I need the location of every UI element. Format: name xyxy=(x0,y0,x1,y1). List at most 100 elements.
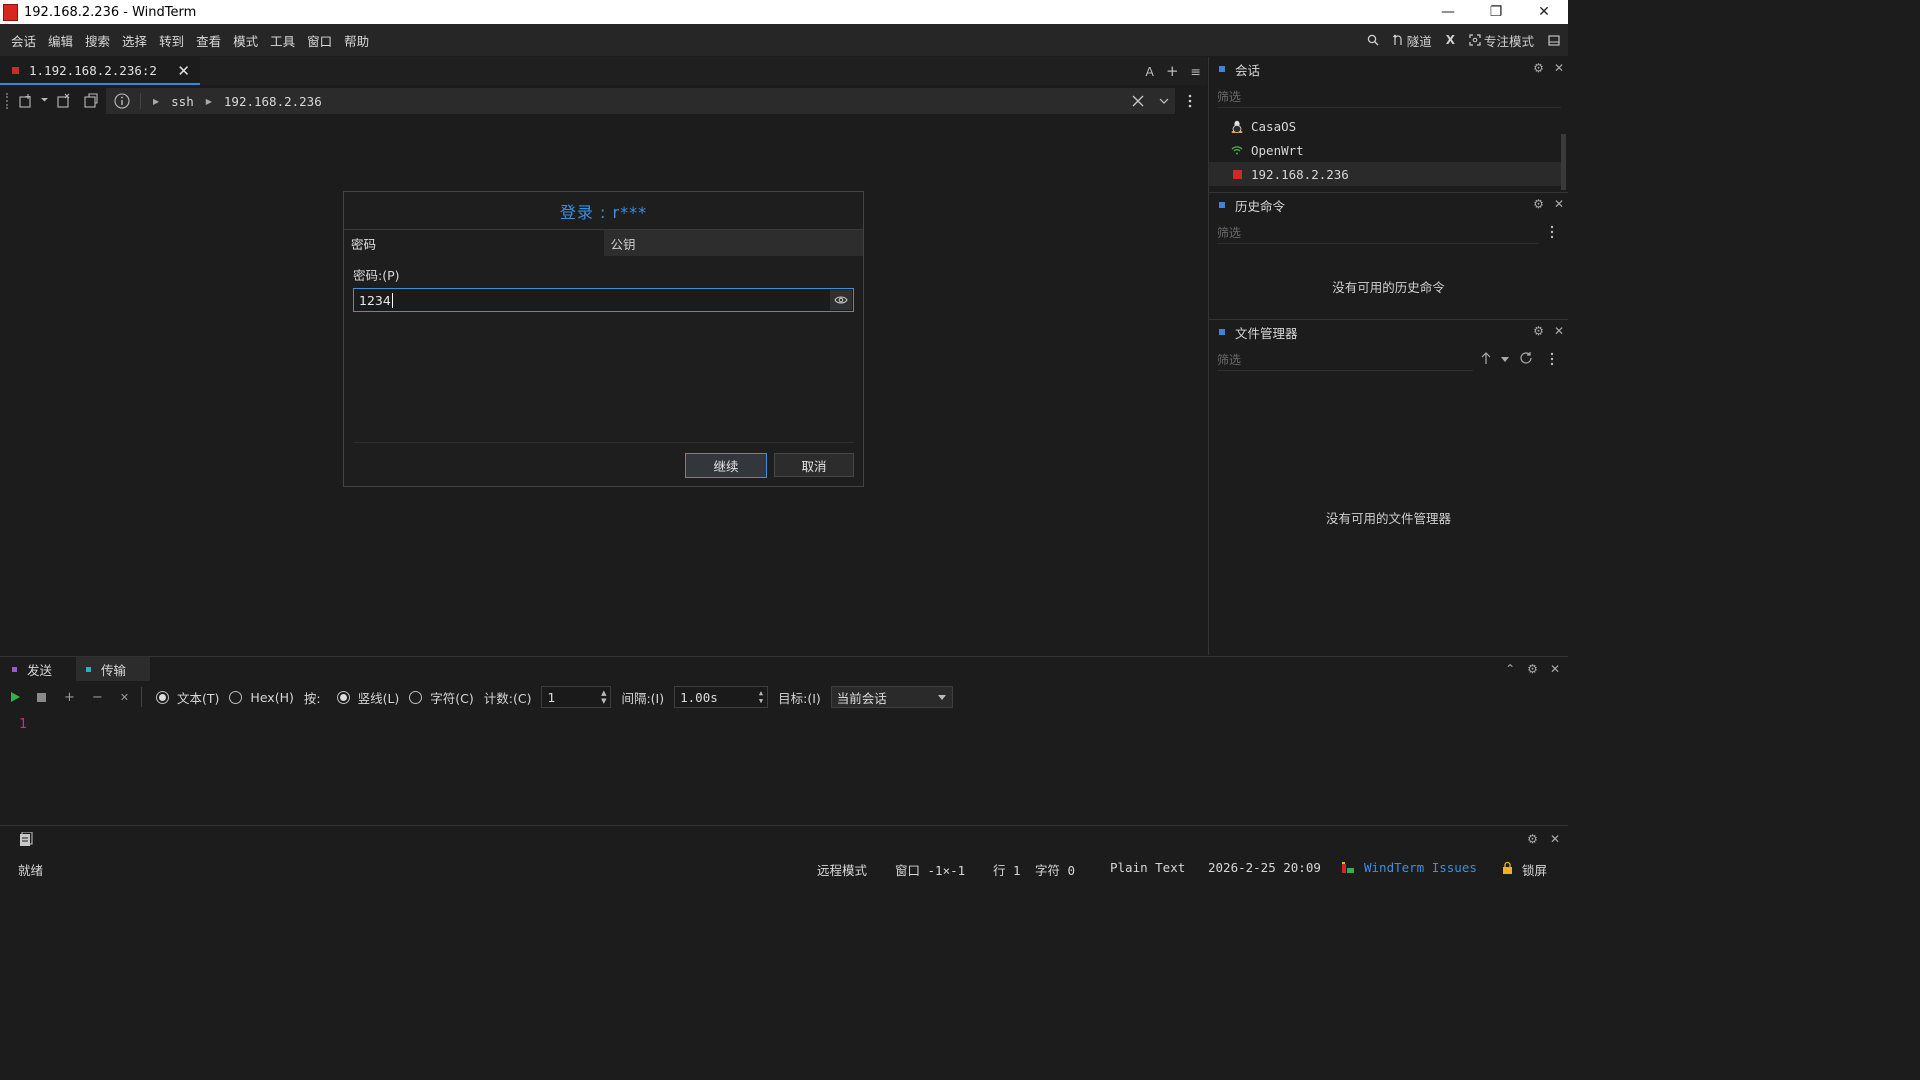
status-char[interactable]: 字符 0 xyxy=(1035,860,1075,879)
count-stepper[interactable]: 1 ▲ ▼ xyxy=(541,686,612,708)
menu-help[interactable]: 帮助 xyxy=(338,31,375,50)
play-icon[interactable] xyxy=(11,692,20,702)
line-mode-label: 竖线(L) xyxy=(357,690,400,706)
tab-public-key[interactable]: 公钥 xyxy=(603,230,863,256)
gear-icon[interactable]: ⚙ xyxy=(1527,832,1538,846)
close-icon[interactable]: ✕ xyxy=(1554,197,1564,211)
files-filter-input[interactable]: 筛选 xyxy=(1217,349,1473,371)
issues-link[interactable]: WindTerm Issues xyxy=(1364,860,1477,875)
more-options-icon[interactable] xyxy=(1185,93,1195,109)
tab-menu-icon[interactable]: ≡ xyxy=(1191,64,1201,79)
text-mode-radio[interactable] xyxy=(156,690,170,704)
refresh-icon[interactable] xyxy=(1519,351,1533,365)
stop-icon[interactable] xyxy=(37,692,46,702)
lock-icon[interactable] xyxy=(1502,861,1513,874)
minus-icon[interactable]: − xyxy=(92,690,103,705)
minimize-button[interactable]: — xyxy=(1424,0,1472,24)
history-filter-input[interactable]: 筛选 xyxy=(1217,222,1539,244)
stepper-arrows-icon[interactable]: ▲ ▼ xyxy=(601,689,606,705)
tab-send-label: 发送 xyxy=(27,662,53,678)
close-icon[interactable]: ✕ xyxy=(1550,832,1560,846)
session-status-icon xyxy=(12,66,19,74)
add-icon[interactable]: + xyxy=(64,690,75,705)
char-mode-radio[interactable] xyxy=(409,690,423,704)
font-icon[interactable]: A xyxy=(1145,64,1154,79)
gear-icon[interactable]: ⚙ xyxy=(1533,61,1544,75)
tab-marker-icon xyxy=(86,666,91,672)
focus-mode-button[interactable]: 专注模式 xyxy=(1469,31,1534,50)
chevron-down-icon[interactable] xyxy=(1501,357,1509,362)
close-icon[interactable]: ✕ xyxy=(1554,61,1564,75)
status-remote-mode[interactable]: 远程模式 xyxy=(817,860,867,879)
menu-window[interactable]: 窗口 xyxy=(301,31,338,50)
menu-goto[interactable]: 转到 xyxy=(153,31,190,50)
menu-mode[interactable]: 模式 xyxy=(227,31,264,50)
session-item-openwrt[interactable]: OpenWrt xyxy=(1209,138,1561,162)
sessions-filter-input[interactable]: 筛选 xyxy=(1217,86,1561,108)
log-icon[interactable] xyxy=(19,832,33,847)
x-button[interactable]: X xyxy=(1446,33,1455,47)
duplicate-session-icon[interactable] xyxy=(83,93,99,109)
menu-view[interactable]: 查看 xyxy=(190,31,227,50)
menu-tools[interactable]: 工具 xyxy=(264,31,301,50)
status-line[interactable]: 行 1 xyxy=(993,860,1021,879)
chevron-up-icon[interactable]: ⌃ xyxy=(1505,662,1515,676)
close-window-button[interactable]: ✕ xyxy=(1520,0,1568,24)
close-icon[interactable]: ✕ xyxy=(1554,324,1564,338)
tab-transfer-label: 传输 xyxy=(101,662,127,678)
toolbar-grip[interactable] xyxy=(6,93,10,109)
chevron-down-icon[interactable] xyxy=(1159,98,1169,104)
sessions-scrollbar[interactable] xyxy=(1561,134,1566,190)
more-options-icon[interactable] xyxy=(1549,225,1555,239)
target-select[interactable]: 当前会话 xyxy=(830,686,953,708)
up-arrow-icon[interactable] xyxy=(1481,351,1491,365)
close-tab-icon[interactable]: ✕ xyxy=(177,62,190,80)
menu-search[interactable]: 搜索 xyxy=(79,31,116,50)
login-dialog: 登录 : r*** 密码 公钥 密码:(P) 1234 继续 取消 xyxy=(343,191,864,487)
chevron-down-icon[interactable] xyxy=(40,97,49,103)
clear-icon[interactable]: ✕ xyxy=(120,691,129,704)
new-tab-icon[interactable]: + xyxy=(1166,62,1179,80)
tab-transfer[interactable]: 传输 xyxy=(76,657,150,681)
protocol-segment[interactable]: ssh xyxy=(171,94,194,109)
gear-icon[interactable]: ⚙ xyxy=(1527,662,1538,676)
restore-button[interactable]: ❐ xyxy=(1472,0,1520,24)
layout-icon[interactable] xyxy=(1548,34,1560,46)
menu-session[interactable]: 会话 xyxy=(5,31,42,50)
interval-stepper[interactable]: 1.00s ▲ ▼ xyxy=(674,686,769,708)
continue-button[interactable]: 继续 xyxy=(685,453,767,478)
close-session-icon[interactable] xyxy=(56,93,72,109)
session-item-casaos[interactable]: CasaOS xyxy=(1209,114,1561,138)
menu-select[interactable]: 选择 xyxy=(116,31,153,50)
address-bar[interactable]: ▶ ssh ▶ 192.168.2.236 xyxy=(106,88,1175,114)
gear-icon[interactable]: ⚙ xyxy=(1533,197,1544,211)
session-tab[interactable]: 1.192.168.2.236:2 ✕ xyxy=(0,57,200,85)
sessions-panel-header: 会话 ⚙ ✕ xyxy=(1209,57,1568,81)
hex-mode-radio[interactable] xyxy=(229,690,243,704)
send-editor[interactable]: 1 xyxy=(0,713,1568,823)
host-segment[interactable]: 192.168.2.236 xyxy=(224,94,322,109)
session-item-192-168-2-236[interactable]: 192.168.2.236 xyxy=(1209,162,1561,186)
status-syntax[interactable]: Plain Text xyxy=(1110,860,1185,875)
tab-send[interactable]: 发送 xyxy=(0,657,74,681)
lock-screen-label[interactable]: 锁屏 xyxy=(1522,860,1547,879)
arrow-right-icon: ▶ xyxy=(153,96,160,106)
eye-icon[interactable] xyxy=(830,290,852,310)
send-toolbar: + − ✕ 文本(T) Hex(H) 按: 竖线(L) 字符(C) 计数:(C)… xyxy=(8,685,953,709)
status-window-size[interactable]: 窗口 -1×-1 xyxy=(895,860,965,879)
files-panel-header: 文件管理器 ⚙ ✕ xyxy=(1209,320,1568,344)
more-options-icon[interactable] xyxy=(1549,352,1555,366)
menu-edit[interactable]: 编辑 xyxy=(42,31,79,50)
clear-address-icon[interactable] xyxy=(1131,94,1145,108)
stepper-arrows-icon[interactable]: ▲ ▼ xyxy=(759,689,763,705)
search-icon[interactable] xyxy=(1367,34,1379,46)
close-icon[interactable]: ✕ xyxy=(1550,662,1560,676)
info-icon[interactable] xyxy=(114,93,130,109)
cancel-button[interactable]: 取消 xyxy=(774,453,854,477)
gear-icon[interactable]: ⚙ xyxy=(1533,324,1544,338)
tab-password[interactable]: 密码 xyxy=(344,230,604,256)
new-session-icon[interactable] xyxy=(18,93,34,109)
tunnel-button[interactable]: 隧道 xyxy=(1392,31,1432,50)
password-field[interactable]: 1234 xyxy=(353,288,854,312)
line-mode-radio[interactable] xyxy=(336,690,350,704)
